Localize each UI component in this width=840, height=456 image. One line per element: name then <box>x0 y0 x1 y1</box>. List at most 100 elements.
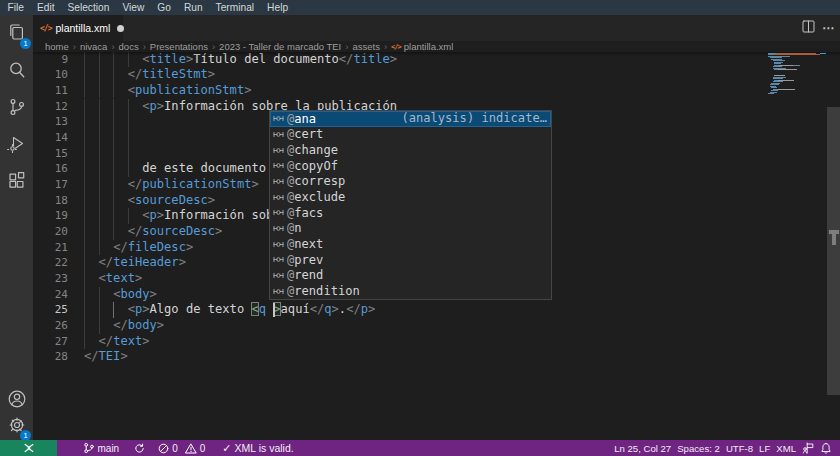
menu-go[interactable]: Go <box>151 0 178 15</box>
token: </ <box>310 302 325 316</box>
status-notifications[interactable] <box>817 440 835 456</box>
token: publicationStmt <box>135 83 244 97</box>
line-number: 16 <box>33 161 68 177</box>
remote-indicator[interactable] <box>0 440 57 456</box>
token: > <box>208 193 215 207</box>
activity-search[interactable] <box>0 51 33 89</box>
status-right: Ln 25, Col 27Spaces: 2UTF-8LFXML <box>611 440 840 456</box>
status-sync[interactable] <box>131 440 149 456</box>
status-indentation[interactable]: Spaces: 2 <box>674 440 723 456</box>
suggest-item-copyOf[interactable]: @copyOf <box>270 158 551 174</box>
tab-plantilla-xml[interactable]: </> plantilla.xml <box>33 15 123 41</box>
token: text <box>113 334 142 348</box>
token: p <box>150 99 157 113</box>
line-number: 26 <box>33 318 68 334</box>
menu-view[interactable]: View <box>116 0 151 15</box>
code-text <box>84 114 142 130</box>
suggest-item-ana[interactable]: @ana(analysis) indicate… <box>270 111 551 127</box>
suggest-item-prev[interactable]: @prev <box>270 252 551 268</box>
breadcrumb-item[interactable]: docs <box>119 41 139 52</box>
extensions-icon <box>6 170 28 192</box>
token: > <box>186 240 193 254</box>
modified-dot-icon[interactable] <box>117 25 124 32</box>
status-problems[interactable]: 00 <box>155 440 209 456</box>
line-number: 22 <box>33 255 68 271</box>
suggest-item-n[interactable]: @n <box>270 221 551 237</box>
token: > <box>244 83 251 97</box>
status-branch[interactable]: main <box>79 440 123 456</box>
status-cursor-position[interactable]: Ln 25, Col 27 <box>611 440 674 456</box>
token: p <box>361 302 368 316</box>
menu-run[interactable]: Run <box>177 0 209 15</box>
symbol-value-icon <box>273 129 284 140</box>
chevron-right-icon: › <box>380 41 391 52</box>
suggest-item-rend[interactable]: @rend <box>270 268 551 284</box>
suggest-item-change[interactable]: @change <box>270 142 551 158</box>
chevron-right-icon: › <box>107 41 118 52</box>
token: body <box>128 318 157 332</box>
vertical-scrollbar[interactable] <box>827 107 840 395</box>
minimap[interactable] <box>765 52 827 152</box>
remote-icon <box>23 443 35 453</box>
more-actions-icon[interactable]: ⋯ <box>822 15 835 41</box>
activity-settings[interactable]: 1 <box>0 406 33 444</box>
status-encoding[interactable]: UTF-8 <box>723 440 756 456</box>
suggest-item-rendition[interactable]: @rendition <box>270 283 551 299</box>
editor-actions: ⋯ <box>802 15 835 41</box>
token: > <box>135 271 142 285</box>
status-xml-valid[interactable]: ✓XML is valid. <box>219 440 297 456</box>
tab-label: plantilla.xml <box>55 22 110 34</box>
suggest-item-facs[interactable]: @facs <box>270 205 551 221</box>
status-eol[interactable]: LF <box>756 440 773 456</box>
line-number: 18 <box>33 193 68 209</box>
code-text: </body> <box>84 318 164 334</box>
menu-file[interactable]: File <box>1 0 30 15</box>
suggest-item-exclude[interactable]: @exclude <box>270 189 551 205</box>
symbol-value-icon <box>273 145 284 156</box>
code-line: 11 <publicationStmt> <box>33 83 763 99</box>
activity-explorer[interactable]: 1 <box>0 14 33 52</box>
split-editor-icon[interactable] <box>802 19 815 37</box>
suggest-label: @rendition <box>287 284 360 298</box>
menu-edit[interactable]: Edit <box>30 0 61 15</box>
token: > <box>120 349 127 363</box>
activity-extensions[interactable] <box>0 162 33 200</box>
token: > <box>179 255 186 269</box>
token: < <box>128 193 135 207</box>
line-number: 10 <box>33 67 68 83</box>
menu-selection[interactable]: Selection <box>61 0 116 15</box>
token: > <box>215 224 222 238</box>
token: </ <box>99 334 114 348</box>
breadcrumb-item[interactable]: Presentations <box>150 41 208 52</box>
status-language[interactable]: XML <box>773 440 799 456</box>
suggest-item-corresp[interactable]: @corresp <box>270 174 551 190</box>
menu-help[interactable]: Help <box>261 0 295 15</box>
status-feedback[interactable] <box>799 440 817 456</box>
valid-label: XML is valid. <box>235 442 294 454</box>
breadcrumb-item[interactable]: assets <box>352 41 379 52</box>
breadcrumb-file[interactable]: plantilla.xml <box>404 41 454 52</box>
activity-run-debug[interactable] <box>0 125 33 163</box>
token: fileDesc <box>128 240 186 254</box>
code-text: de este documento <box>84 161 266 177</box>
breadcrumb-item[interactable]: home <box>45 41 69 52</box>
token: Información sob <box>164 208 273 222</box>
breadcrumb-item[interactable]: nivaca <box>80 41 107 52</box>
breadcrumb-item[interactable]: 2023 - Taller de marcado TEI <box>219 41 341 52</box>
branch-label: main <box>98 443 120 454</box>
run-debug-icon <box>6 133 28 155</box>
suggest-label: @n <box>287 221 302 235</box>
token: < <box>142 99 149 113</box>
suggest-item-next[interactable]: @next <box>270 236 551 252</box>
token: p <box>150 208 157 222</box>
token: > <box>142 334 149 348</box>
line-number: 27 <box>33 334 68 350</box>
activity-source-control[interactable] <box>0 88 33 126</box>
xml-file-icon: </> <box>391 43 401 51</box>
suggest-label: @corresp <box>287 174 345 188</box>
source-control-icon <box>6 96 28 118</box>
menu-terminal[interactable]: Terminal <box>209 0 261 15</box>
suggest-item-cert[interactable]: @cert <box>270 127 551 143</box>
search-icon <box>6 59 28 81</box>
xml-file-icon: </> <box>40 24 51 33</box>
